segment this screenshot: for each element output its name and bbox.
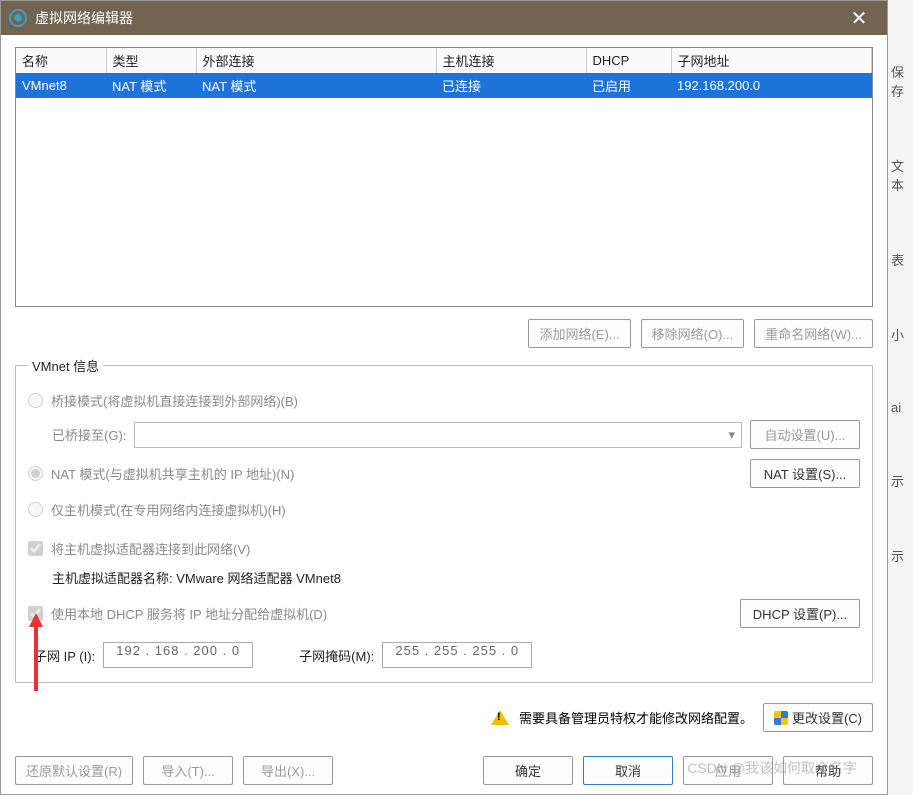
ok-button[interactable]: 确定: [483, 756, 573, 785]
side-hint: 小: [889, 297, 913, 372]
col-type[interactable]: 类型: [106, 48, 196, 73]
warning-text: 需要具备管理员特权才能修改网络配置。: [519, 708, 753, 727]
col-host[interactable]: 主机连接: [436, 48, 586, 73]
change-settings-label: 更改设置(C): [792, 711, 862, 726]
vmnet-legend: VMnet 信息: [28, 356, 103, 375]
cell-name: VMnet8: [16, 73, 106, 98]
chevron-down-icon: ▾: [728, 427, 735, 443]
export-button: 导出(X)...: [243, 756, 333, 785]
col-name[interactable]: 名称: [16, 48, 106, 73]
side-hint: 示: [889, 443, 913, 518]
subnet-mask-input[interactable]: 255 . 255 . 255 . 0: [382, 642, 532, 668]
cell-dhcp: 已启用: [586, 73, 671, 98]
side-hint: 保存: [889, 34, 913, 128]
col-dhcp[interactable]: DHCP: [586, 48, 671, 73]
subnet-ip-label: 子网 IP (I):: [34, 646, 95, 665]
table-row[interactable]: VMnet8 NAT 模式 NAT 模式 已连接 已启用 192.168.200…: [16, 73, 872, 98]
remove-network-button[interactable]: 移除网络(O)...: [641, 319, 745, 348]
side-hint: ai: [889, 372, 913, 443]
rename-network-button[interactable]: 重命名网络(W)...: [754, 319, 873, 348]
restore-defaults-button: 还原默认设置(R): [15, 756, 133, 785]
bridged-to-combo: ▾: [134, 422, 742, 448]
nat-mode-radio: [28, 466, 43, 481]
nat-settings-button[interactable]: NAT 设置(S)...: [750, 459, 860, 488]
help-button[interactable]: 帮助: [783, 756, 873, 785]
hostonly-mode-radio: [28, 502, 43, 517]
use-dhcp-checkbox: [28, 606, 43, 621]
adapter-name-text: 主机虚拟适配器名称: VMware 网络适配器 VMnet8: [28, 564, 860, 593]
shield-icon: [774, 711, 788, 725]
background-side-strip: 保存 文本 表 小 ai 示 示: [889, 34, 913, 593]
change-settings-button[interactable]: 更改设置(C): [763, 703, 873, 732]
cell-subnet: 192.168.200.0: [671, 73, 872, 98]
dialog-button-row: 还原默认设置(R) 导入(T)... 导出(X)... 确定 取消 应用 帮助: [1, 750, 887, 795]
table-header-row: 名称 类型 外部连接 主机连接 DHCP 子网地址: [16, 48, 872, 73]
subnet-ip-input[interactable]: 192 . 168 . 200 . 0: [103, 642, 253, 668]
network-table[interactable]: 名称 类型 外部连接 主机连接 DHCP 子网地址 VMnet8 NAT 模式 …: [15, 47, 873, 307]
virtual-network-editor-window: ⬢ 虚拟网络编辑器 ✕ 名称 类型 外部连接 主机连接 DHCP 子网地址: [0, 0, 888, 795]
dhcp-settings-button[interactable]: DHCP 设置(P)...: [740, 599, 860, 628]
subnet-mask-label: 子网掩码(M):: [299, 646, 374, 665]
auto-settings-button: 自动设置(U)...: [750, 420, 860, 449]
bridged-to-label: 已桥接至(G):: [52, 425, 126, 444]
warning-icon: [491, 710, 509, 725]
col-external[interactable]: 外部连接: [196, 48, 436, 73]
side-hint: 文本: [889, 128, 913, 222]
connect-host-adapter-label: 将主机虚拟适配器连接到此网络(V): [51, 539, 250, 558]
cell-external: NAT 模式: [196, 73, 436, 98]
titlebar: ⬢ 虚拟网络编辑器 ✕: [1, 1, 887, 35]
cancel-button[interactable]: 取消: [583, 756, 673, 785]
connect-host-adapter-checkbox: [28, 541, 43, 556]
cell-host: 已连接: [436, 73, 586, 98]
side-hint: 表: [889, 222, 913, 297]
bridge-mode-label: 桥接模式(将虚拟机直接连接到外部网络)(B): [51, 391, 298, 410]
close-icon[interactable]: ✕: [839, 1, 879, 35]
cell-type: NAT 模式: [106, 73, 196, 98]
add-network-button[interactable]: 添加网络(E)...: [528, 319, 630, 348]
hostonly-mode-label: 仅主机模式(在专用网络内连接虚拟机)(H): [51, 500, 286, 519]
import-button: 导入(T)...: [143, 756, 233, 785]
col-subnet[interactable]: 子网地址: [671, 48, 872, 73]
apply-button: 应用: [683, 756, 773, 785]
side-hint: 示: [889, 518, 913, 593]
app-icon: ⬢: [9, 9, 27, 27]
vmnet-info-group: VMnet 信息 桥接模式(将虚拟机直接连接到外部网络)(B) 已桥接至(G):…: [15, 356, 873, 683]
window-title: 虚拟网络编辑器: [35, 8, 133, 28]
use-dhcp-label: 使用本地 DHCP 服务将 IP 地址分配给虚拟机(D): [51, 604, 327, 623]
nat-mode-label: NAT 模式(与虚拟机共享主机的 IP 地址)(N): [51, 464, 294, 483]
bridge-mode-radio: [28, 393, 43, 408]
